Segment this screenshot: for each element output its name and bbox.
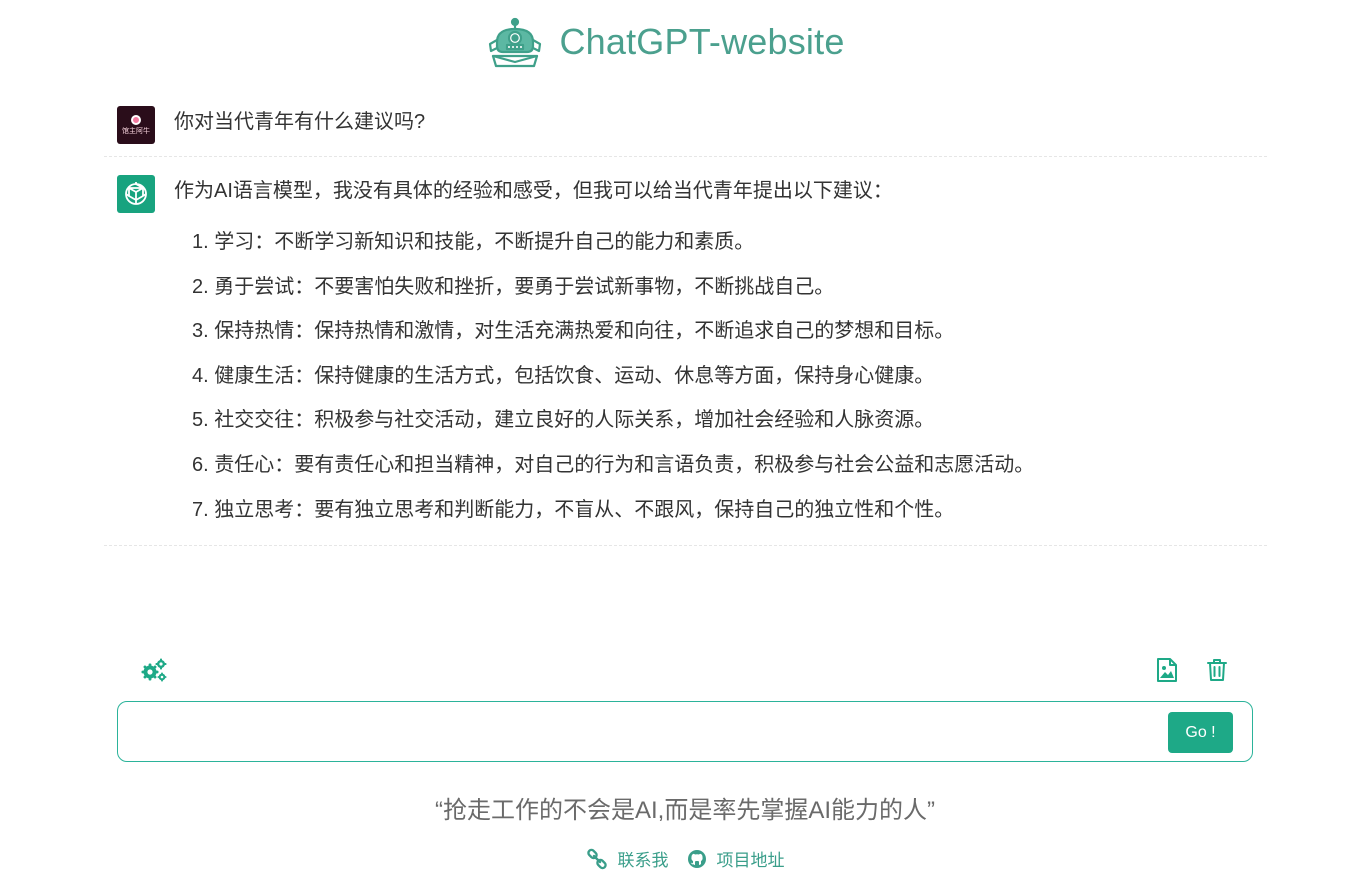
send-button[interactable]: Go ! [1168,712,1233,753]
list-item: 6. 责任心：要有责任心和担当精神，对自己的行为和言语负责，积极参与社会公益和志… [192,453,1035,476]
user-message: 馆主阿牛 你对当代青年有什么建议吗? [104,100,1267,157]
list-item: 2. 勇于尝试：不要害怕失败和挫折，要勇于尝试新事物，不断挑战自己。 [192,275,835,298]
link-icon [586,848,607,869]
robot-logo-icon [489,17,542,68]
trash-icon [1207,659,1227,681]
settings-button[interactable] [140,656,168,684]
user-message-text: 你对当代青年有什么建议吗? [174,111,426,133]
project-label: 项目地址 [716,851,785,870]
user-avatar: 馆主阿牛 [117,106,155,144]
chat-input[interactable] [132,712,1166,754]
screenshot-button[interactable] [1153,656,1181,684]
assistant-intro-text: 作为AI语言模型，我没有具体的经验和感受，但我可以给当代青年提出以下建议： [174,180,893,202]
list-item: 4. 健康生活：保持健康的生活方式，包括饮食、运动、休息等方面，保持身心健康。 [192,364,935,387]
advice-list: 1. 学习：不断学习新知识和技能，不断提升自己的能力和素质。 2. 勇于尝试：不… [192,220,1034,532]
chat-input-container: Go ! [117,701,1253,762]
footer: 联系我 项目地址 [0,846,1370,871]
page: ChatGPT-website 馆主阿牛 你对当代青年有什么建议吗? 作为AI语… [0,0,1370,885]
header: ChatGPT-website [0,14,1370,70]
clear-chat-button[interactable] [1203,656,1231,684]
image-icon [1157,658,1177,682]
project-link[interactable]: 项目地址 [687,846,785,871]
openai-logo-icon [117,175,155,213]
list-item: 5. 社交交往：积极参与社交活动，建立良好的人际关系，增加社会经验和人脉资源。 [192,409,935,432]
app-title: ChatGPT-website [559,21,845,62]
list-item: 1. 学习：不断学习新知识和技能，不断提升自己的能力和素质。 [192,231,755,253]
slogan: “抢走工作的不会是AI,而是率先掌握AI能力的人” [434,797,935,824]
gears-icon [141,658,167,682]
contact-label: 联系我 [617,851,669,870]
github-icon [687,849,706,868]
assistant-message: 作为AI语言模型，我没有具体的经验和感受，但我可以给当代青年提出以下建议： 1.… [104,166,1267,546]
list-item: 3. 保持热情：保持热情和激情，对生活充满热爱和向往，不断追求自己的梦想和目标。 [192,320,955,343]
contact-link[interactable]: 联系我 [586,846,669,871]
list-item: 7. 独立思考：要有独立思考和判断能力，不盲从、不跟风，保持自己的独立性和个性。 [192,498,955,521]
